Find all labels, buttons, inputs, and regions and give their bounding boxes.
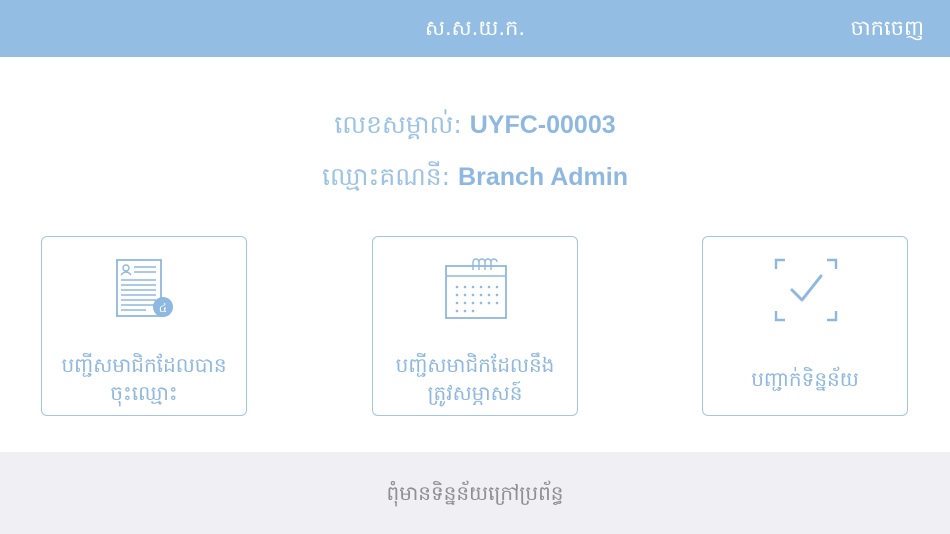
verify-check-icon: [774, 258, 838, 322]
registered-members-label: បញ្ជីសមាជិកដែលបាន ចុះឈ្មោះ: [61, 353, 227, 405]
registered-list-icon: ៤: [116, 259, 173, 317]
account-id-label: លេខសម្គាល់:: [334, 110, 462, 139]
interview-members-label: បញ្ជីសមាជិកដែលនឹង ត្រូវសម្ភាសន៍: [395, 353, 555, 405]
offline-status-bar: ពុំមានទិន្នន័យក្រៅប្រព័ន្ធ: [0, 452, 950, 534]
verify-data-label: បញ្ជាក់ទិន្នន័យ: [751, 367, 859, 391]
offline-status-text: ពុំមានទិន្នន័យក្រៅប្រព័ន្ធ: [386, 481, 564, 505]
registered-members-card[interactable]: ៤ បញ្ជីសមាជិកដែលបាន ចុះឈ្មោះ: [41, 236, 247, 416]
svg-text:៤: ៤: [159, 301, 168, 315]
logout-button[interactable]: ចាកចេញ: [851, 0, 924, 57]
account-id-value: UYFC-00003: [469, 111, 616, 139]
interview-members-card[interactable]: បញ្ជីសមាជិកដែលនឹង ត្រូវសម្ភាសន៍: [372, 236, 578, 416]
account-name-label: ឈ្មោះគណនី:: [322, 162, 451, 191]
account-name-line: ឈ្មោះគណនី: Branch Admin: [0, 162, 950, 198]
account-id-line: លេខសម្គាល់: UYFC-00003: [0, 110, 950, 146]
calendar-icon: [445, 258, 507, 319]
app-header: ស.ស.យ.ក. ចាកចេញ: [0, 0, 950, 57]
account-name-value: Branch Admin: [458, 163, 628, 191]
verify-data-card[interactable]: បញ្ជាក់ទិន្នន័យ: [702, 236, 908, 416]
app-title: ស.ស.យ.ក.: [424, 16, 526, 40]
